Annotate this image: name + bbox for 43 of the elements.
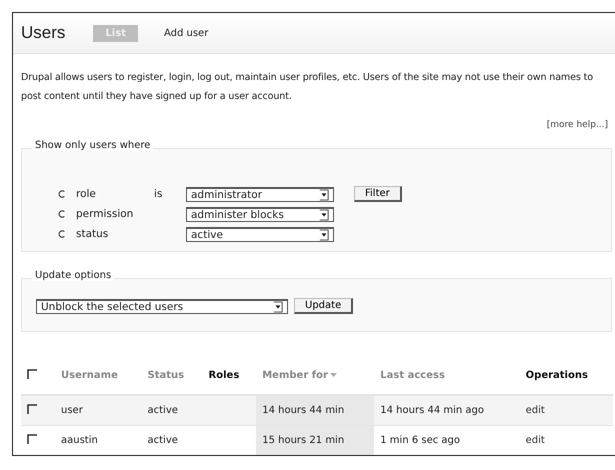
dropdown[interactable]: active <box>186 226 334 242</box>
checkbox[interactable] <box>27 434 37 444</box>
table-cell: active <box>148 435 178 446</box>
checkbox[interactable] <box>27 404 37 414</box>
table-cell: user <box>61 405 83 416</box>
table-cell: active <box>148 405 178 416</box>
sort-arrow-icon <box>330 372 337 378</box>
column-header[interactable]: Status <box>148 370 184 380</box>
table-cell: 15 hours 21 min <box>262 435 344 446</box>
dropdown[interactable]: Unblock the selected users <box>36 298 288 314</box>
table-cell: 1 min 6 sec ago <box>380 435 460 446</box>
radio-button[interactable] <box>58 210 66 218</box>
column-header: Roles <box>208 370 240 380</box>
update-button[interactable]: Update <box>294 298 354 314</box>
dropdown-arrow-icon <box>319 208 329 220</box>
table-cell: aaustin <box>61 435 98 446</box>
page-title: Users <box>21 23 66 43</box>
table-cell: 14 hours 44 min ago <box>380 405 484 416</box>
criterion-label: status <box>76 228 110 240</box>
edit-link[interactable]: edit <box>526 435 545 446</box>
radio-button[interactable] <box>58 190 66 198</box>
radio-button[interactable] <box>58 230 66 238</box>
description-text: Drupal allows users to register, login, log out, maintain user profiles, etc. Users of the site may not use their own names to post content until they have signed up for a user account. <box>21 71 594 104</box>
dropdown-arrow-icon <box>273 300 283 312</box>
dropdown-arrow-icon <box>319 188 329 200</box>
panel-legend: Update options <box>32 270 114 281</box>
column-header[interactable]: Member for <box>262 370 328 380</box>
table-cell: 14 hours 44 min <box>262 405 344 416</box>
panel-legend: Show only users where <box>32 140 154 151</box>
column-header: Operations <box>526 370 588 380</box>
dropdown[interactable]: administer blocks <box>186 206 334 222</box>
column-header[interactable]: Username <box>61 370 118 380</box>
criterion-label: role <box>76 188 97 200</box>
criterion-label: permission <box>76 208 134 220</box>
filter-button[interactable]: Filter <box>354 186 402 202</box>
dropdown-arrow-icon <box>319 228 329 240</box>
tab[interactable]: Add user <box>152 24 220 42</box>
operator-label: is <box>154 188 162 200</box>
more-help-link[interactable]: [more help...] <box>546 120 608 130</box>
checkbox[interactable] <box>27 368 37 378</box>
column-header[interactable]: Last access <box>380 370 445 380</box>
edit-link[interactable]: edit <box>526 405 545 416</box>
dropdown[interactable]: administrator <box>186 186 334 202</box>
